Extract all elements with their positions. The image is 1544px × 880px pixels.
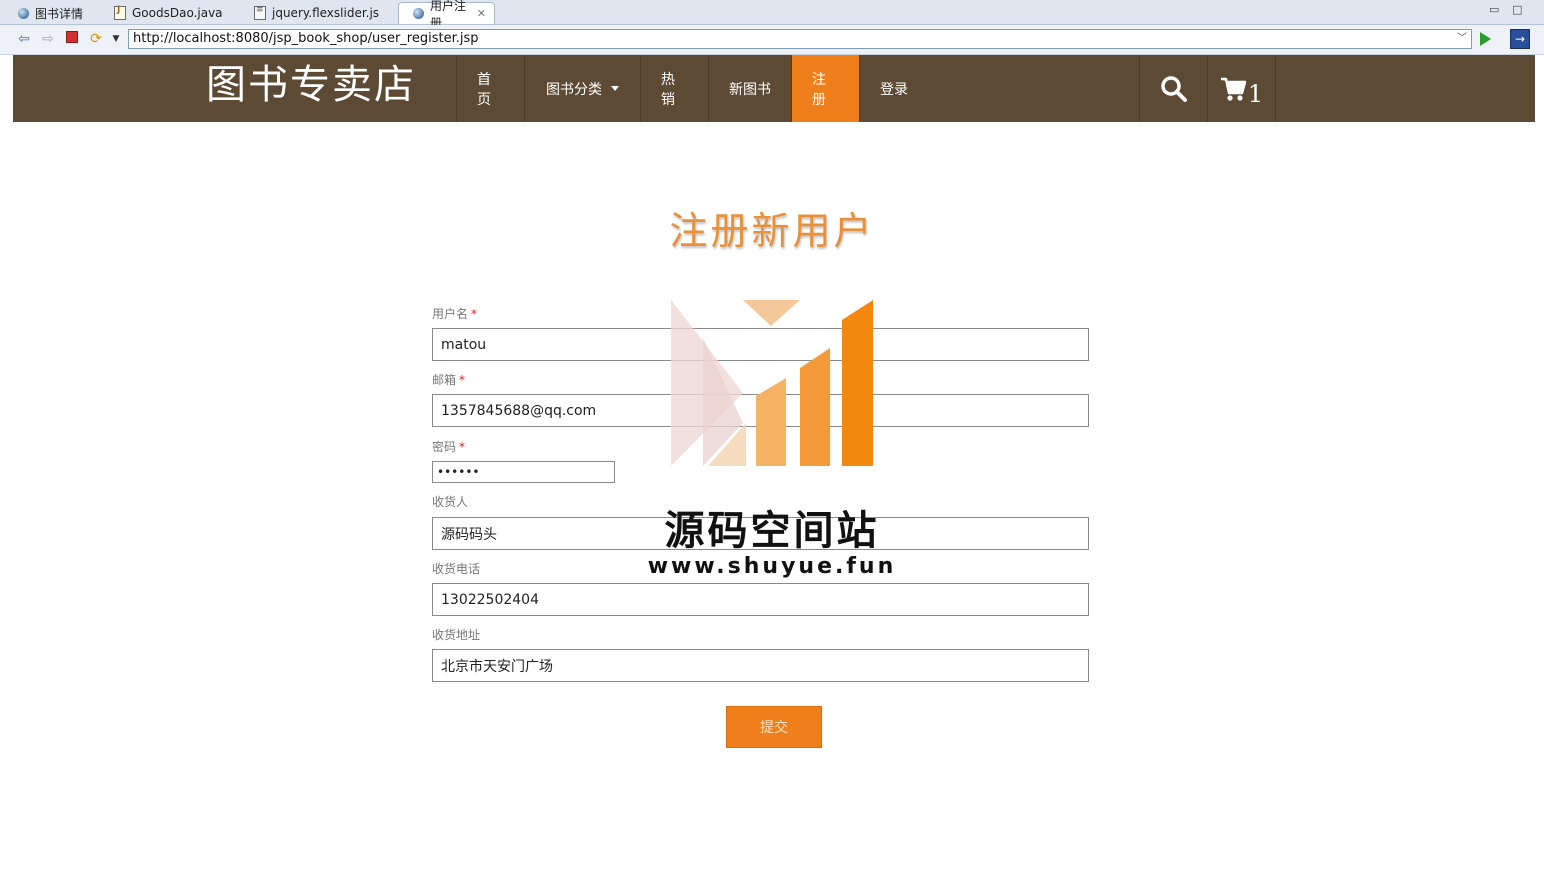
required-mark: *: [459, 440, 466, 454]
page-title: 注册新用户: [669, 209, 875, 253]
required-mark: *: [459, 373, 466, 387]
watermark-title: 源码空间站: [664, 508, 880, 554]
cart-count: 1: [1247, 79, 1264, 108]
java-file-icon: [114, 5, 126, 20]
maximize-icon[interactable]: □: [1512, 3, 1522, 16]
back-icon[interactable]: ⇦: [16, 31, 32, 47]
watermark-url: www.shuyue.fun: [647, 554, 897, 579]
watermark-logo: [671, 300, 873, 466]
main-nav: 首页 图书分类 热销 新图书 注册 登录: [456, 55, 928, 122]
required-mark: *: [471, 307, 478, 321]
dropdown-arrow-icon[interactable]: ▼: [108, 31, 124, 47]
tab-goodsdao-java[interactable]: GoodsDao.java: [100, 2, 231, 24]
tab-label: 图书详情: [35, 6, 84, 21]
nav-label: 新图书: [729, 81, 771, 98]
editor-tab-bar: 图书详情 GoodsDao.java jquery.flexslider.js …: [0, 0, 1544, 30]
cart-icon: [1220, 77, 1246, 101]
email-label: 邮箱 *: [432, 373, 466, 387]
js-file-icon: [254, 5, 266, 20]
nav-label: 首页: [477, 71, 491, 108]
url-input[interactable]: http://localhost:8080/jsp_book_shop/user…: [128, 29, 1472, 49]
nav-register[interactable]: 注册: [792, 55, 860, 122]
nav-label: 热销: [661, 71, 675, 108]
refresh-icon[interactable]: ⟳: [88, 31, 104, 47]
nav-label: 登录: [880, 81, 908, 98]
phone-field[interactable]: [432, 583, 1089, 616]
url-text: http://localhost:8080/jsp_book_shop/user…: [133, 31, 479, 46]
forward-icon[interactable]: ⇨: [40, 31, 56, 47]
search-icon: [1160, 75, 1187, 102]
chevron-down-icon[interactable]: ﹀: [1457, 30, 1467, 48]
tab-jquery-flexslider[interactable]: jquery.flexslider.js: [240, 2, 387, 24]
cart-button[interactable]: 1: [1208, 55, 1276, 122]
site-header: 图书专卖店 首页 图书分类 热销 新图书 注册 登录 1: [13, 55, 1535, 122]
open-external-icon[interactable]: →: [1510, 29, 1530, 49]
close-tab-icon[interactable]: ✕: [477, 7, 486, 20]
nav-new-books[interactable]: 新图书: [709, 55, 792, 122]
username-label: 用户名 *: [432, 307, 478, 321]
go-icon[interactable]: [1480, 32, 1491, 46]
search-button[interactable]: [1140, 55, 1208, 122]
nav-label: 注册: [812, 71, 826, 108]
address-field[interactable]: [432, 649, 1089, 682]
tab-label: jquery.flexslider.js: [272, 6, 380, 20]
header-actions: 1: [1139, 55, 1276, 122]
nav-label: 图书分类: [546, 81, 602, 98]
caret-down-icon: [611, 86, 619, 91]
nav-categories[interactable]: 图书分类: [525, 55, 641, 122]
nav-hot[interactable]: 热销: [641, 55, 709, 122]
site-logo[interactable]: 图书专卖店: [206, 59, 416, 111]
browser-toolbar: ⇦ ⇨ ⟳ ▼ http://localhost:8080/jsp_book_s…: [0, 25, 1544, 55]
tab-book-detail[interactable]: 图书详情: [4, 2, 91, 24]
tab-label: GoodsDao.java: [132, 6, 223, 20]
globe-icon: [413, 8, 424, 19]
globe-icon: [18, 7, 29, 19]
submit-button[interactable]: 提交: [726, 706, 822, 748]
address-label: 收货地址: [432, 628, 481, 642]
stop-icon[interactable]: [64, 31, 80, 47]
password-field[interactable]: [432, 461, 615, 483]
minimize-icon[interactable]: ▭: [1489, 3, 1499, 16]
tab-user-register[interactable]: 用户注册 ✕: [398, 0, 495, 30]
nav-login[interactable]: 登录: [860, 55, 928, 122]
password-label: 密码 *: [432, 440, 466, 454]
nav-home[interactable]: 首页: [457, 55, 525, 122]
